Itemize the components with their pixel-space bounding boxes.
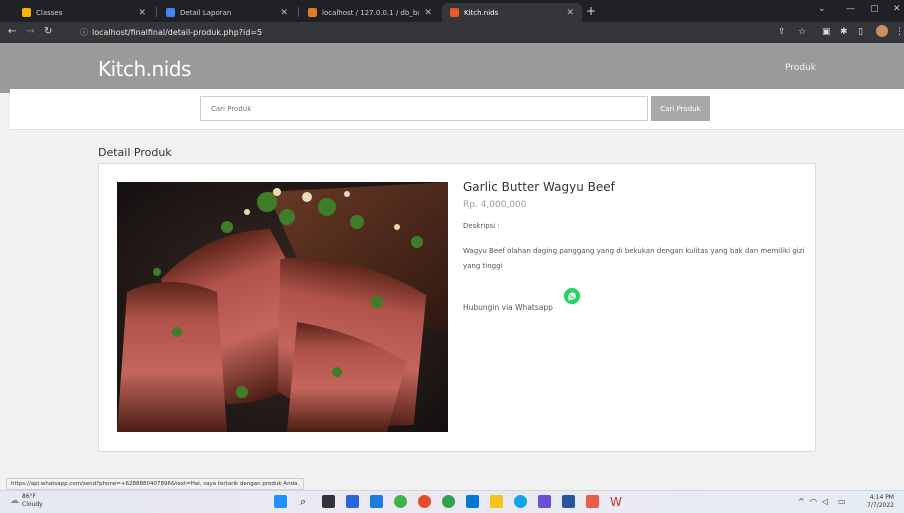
share-icon[interactable]: ⇪ xyxy=(778,27,786,37)
tab-separator xyxy=(156,7,157,17)
edge-browser-icon[interactable] xyxy=(514,495,527,508)
tab-kitchnids[interactable]: Kitch.nids ✕ xyxy=(442,3,582,22)
url-bar[interactable]: ⓘ localhost/finalfinal/detail-produk.php… xyxy=(80,25,770,40)
site-brand[interactable]: Kitch.nids xyxy=(98,57,191,81)
profile-avatar-icon[interactable] xyxy=(876,25,888,37)
tab-search-icon[interactable]: ⌄ xyxy=(818,4,826,14)
edge-icon[interactable] xyxy=(370,495,383,508)
forward-icon[interactable]: → xyxy=(26,26,34,37)
word-icon[interactable] xyxy=(562,495,575,508)
close-icon[interactable]: ✕ xyxy=(424,8,432,18)
menu-icon[interactable]: ⋮ xyxy=(895,27,904,37)
new-tab-icon[interactable]: + xyxy=(586,4,596,18)
weather-widget[interactable]: 86°F Cloudy xyxy=(22,493,43,509)
description-label: Deskripsi : xyxy=(463,222,500,230)
vscode-icon[interactable] xyxy=(466,495,479,508)
status-url: https://api.whatsapp.com/send?phone=+628… xyxy=(11,481,300,487)
close-icon[interactable]: ✕ xyxy=(566,8,574,18)
wifi-icon[interactable]: ◠ xyxy=(810,497,817,506)
photos-icon[interactable] xyxy=(538,495,551,508)
product-name: Garlic Butter Wagyu Beef xyxy=(463,180,615,194)
product-price: Rp. 4,000,000 xyxy=(463,200,527,210)
close-icon[interactable]: ✕ xyxy=(138,8,146,18)
product-description: Wagyu Beef olahan daging panggang yang d… xyxy=(463,247,805,270)
window-close-icon[interactable]: ✕ xyxy=(893,4,901,14)
weather-desc: Cloudy xyxy=(22,501,43,508)
minimize-icon[interactable]: — xyxy=(846,4,855,14)
tab-title: Kitch.nids xyxy=(464,8,499,17)
clock-time: 4:14 PM xyxy=(869,494,894,501)
puzzle-icon[interactable]: ✱ xyxy=(840,27,848,37)
section-title: Detail Produk xyxy=(98,146,172,159)
teams-icon[interactable] xyxy=(346,495,359,508)
tray-chevron-icon[interactable]: ^ xyxy=(798,497,805,506)
maximize-icon[interactable]: ▢ xyxy=(870,4,879,14)
tab-separator xyxy=(298,7,299,17)
search-icon[interactable]: ⌕ xyxy=(300,495,313,508)
phpmyadmin-favicon-icon xyxy=(308,8,317,17)
file-explorer-icon[interactable] xyxy=(490,495,503,508)
url-text: localhost/finalfinal/detail-produk.php?i… xyxy=(92,28,263,37)
battery-icon[interactable]: ▭ xyxy=(838,497,846,506)
bookmark-star-icon[interactable]: ☆ xyxy=(798,27,806,37)
tab-title: localhost / 127.0.0.1 / db_bukaw... xyxy=(322,8,419,17)
search-button[interactable]: Cari Produk xyxy=(651,96,710,121)
back-icon[interactable]: ← xyxy=(8,26,16,37)
start-icon[interactable] xyxy=(274,495,287,508)
chrome-profile-icon[interactable] xyxy=(442,495,455,508)
tab-title: Detail Laporan xyxy=(180,8,232,17)
search-input[interactable] xyxy=(200,96,648,121)
tab-detail-laporan[interactable]: Detail Laporan ✕ xyxy=(158,3,296,22)
clock-date: 7/7/2022 xyxy=(867,502,894,509)
classroom-favicon-icon xyxy=(22,8,31,17)
extension-icon[interactable]: ▣ xyxy=(822,27,831,37)
site-favicon-icon xyxy=(450,8,459,17)
doc-favicon-icon xyxy=(166,8,175,17)
tab-phpmyadmin[interactable]: localhost / 127.0.0.1 / db_bukaw... ✕ xyxy=(300,3,440,22)
clock[interactable]: 4:14 PM 7/7/2022 xyxy=(860,494,894,510)
tab-title: Classes xyxy=(36,8,63,17)
app2-icon[interactable] xyxy=(586,495,599,508)
whatsapp-contact-link[interactable]: Hubungin via Whatsapp xyxy=(463,303,553,312)
nav-produk-link[interactable]: Produk xyxy=(785,63,816,73)
app-icon[interactable] xyxy=(394,495,407,508)
tab-classes[interactable]: Classes ✕ xyxy=(14,3,154,22)
sidepanel-icon[interactable]: ▯ xyxy=(858,27,863,37)
weather-temp: 86°F xyxy=(22,493,37,500)
info-icon[interactable]: ⓘ xyxy=(80,27,88,38)
wagyu-steak-photo xyxy=(117,182,448,432)
whatsapp-icon[interactable] xyxy=(563,287,581,305)
link-status-bar: https://api.whatsapp.com/send?phone=+628… xyxy=(6,478,305,490)
wps-icon[interactable]: W xyxy=(610,495,623,509)
reload-icon[interactable]: ↻ xyxy=(44,26,52,37)
volume-icon[interactable]: ◁ xyxy=(822,497,828,506)
product-image xyxy=(117,182,448,432)
cloud-icon[interactable]: ☁ xyxy=(10,496,19,506)
chrome-icon[interactable] xyxy=(418,495,431,508)
close-icon[interactable]: ✕ xyxy=(280,8,288,18)
task-view-icon[interactable] xyxy=(322,495,335,508)
